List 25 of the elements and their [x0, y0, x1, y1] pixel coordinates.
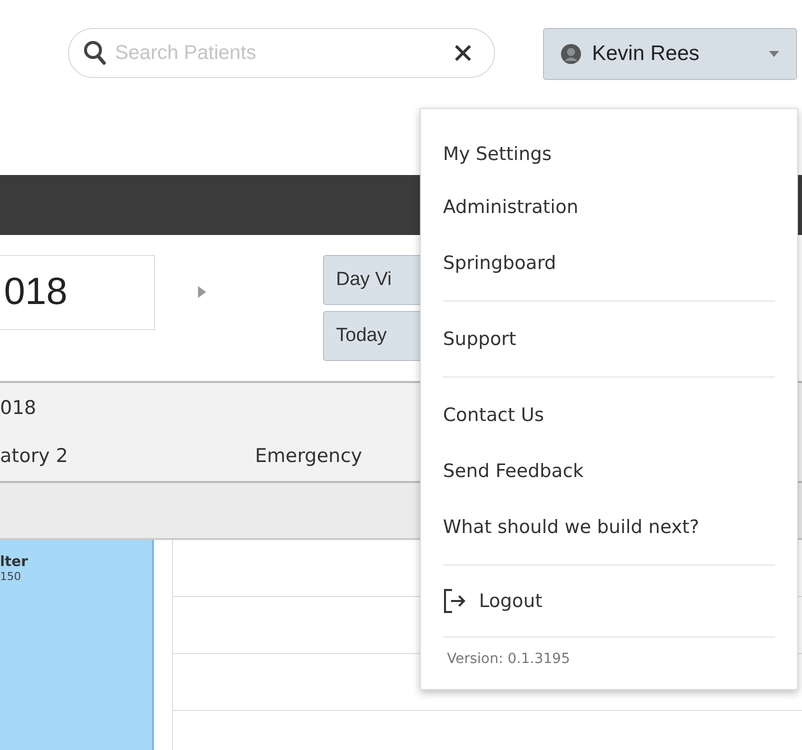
appointment-detail: 150: [0, 570, 21, 583]
search-input[interactable]: Search Patients: [113, 40, 448, 66]
menu-item[interactable]: Springboard: [443, 235, 556, 291]
close-icon[interactable]: [454, 44, 472, 62]
date-field[interactable]: 018: [0, 255, 155, 330]
menu-item[interactable]: Send Feedback: [443, 443, 584, 499]
caret-icon: [768, 50, 780, 58]
menu-item[interactable]: Contact Us: [443, 387, 544, 443]
schedule-date: 018: [0, 397, 36, 419]
logout-icon: [443, 588, 467, 614]
version-text: Version: 0.1.3195: [446, 651, 570, 667]
menu-item[interactable]: Administration: [443, 179, 578, 235]
logout-menu-item[interactable]: Logout: [443, 575, 542, 627]
user-icon: [560, 43, 582, 65]
appointment-block[interactable]: lter 150: [0, 540, 154, 750]
search-icon: [83, 40, 107, 66]
menu-item[interactable]: What should we build next?: [443, 499, 700, 555]
column-header: atory 2: [0, 445, 69, 467]
user-menu-button[interactable]: Kevin Rees: [543, 28, 797, 80]
next-arrow-icon[interactable]: [197, 285, 207, 299]
column-header: Emergency: [255, 445, 362, 467]
appointment-title: lter: [0, 554, 28, 570]
search-field[interactable]: Search Patients: [68, 28, 495, 78]
menu-item[interactable]: My Settings: [443, 129, 552, 179]
menu-item[interactable]: Support: [443, 311, 516, 367]
